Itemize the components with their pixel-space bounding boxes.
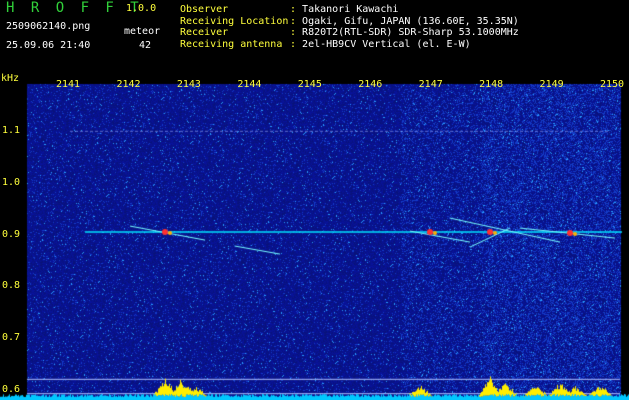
spectrogram bbox=[0, 58, 629, 400]
y-tick-label: 1.1 bbox=[2, 125, 21, 137]
x-tick-label: 2150 bbox=[600, 79, 625, 90]
capture-type: meteor bbox=[124, 26, 161, 37]
y-axis-unit: kHz bbox=[1, 73, 20, 84]
y-tick-label: 1.0 bbox=[2, 177, 21, 188]
x-tick-label: 2145 bbox=[297, 79, 322, 90]
y-tick-label: 0.8 bbox=[2, 280, 21, 292]
file-name: 2509062140.png bbox=[6, 21, 91, 32]
x-tick-label: 2148 bbox=[479, 79, 504, 90]
x-tick-label: 2143 bbox=[176, 79, 201, 90]
info-value: Takanori Kawachi bbox=[302, 4, 399, 15]
x-tick-label: 2146 bbox=[358, 79, 383, 90]
info-key: Receiving antenna bbox=[180, 38, 283, 50]
app-title: H R O F F T bbox=[6, 0, 143, 16]
capture-datetime: 25.09.06 21:40 bbox=[6, 40, 91, 51]
info-value: Ogaki, Gifu, JAPAN (136.60E, 35.35N) bbox=[302, 15, 519, 27]
header-panel: H R O F F T 1.0.0 2509062140.png meteor … bbox=[0, 0, 629, 58]
x-tick-label: 2147 bbox=[418, 79, 443, 90]
station-info: Observer: Takanori Kawachi Receiving Loc… bbox=[180, 4, 519, 50]
info-value: R820T2(RTL-SDR) SDR-Sharp 53.1000MHz bbox=[302, 27, 519, 38]
meteor-count: 42 bbox=[139, 40, 152, 51]
info-key: Receiver bbox=[180, 27, 229, 38]
info-row: Receiver: R820T2(RTL-SDR) SDR-Sharp 53.1… bbox=[180, 27, 519, 38]
info-key: Observer bbox=[180, 4, 229, 15]
info-row: Receiving antenna: 2el-HB9CV Vertical (e… bbox=[180, 38, 471, 50]
y-tick-label: 0.6 bbox=[2, 383, 21, 395]
x-tick-label: 2149 bbox=[539, 79, 564, 90]
x-tick-label: 2142 bbox=[116, 79, 141, 90]
info-value: 2el-HB9CV Vertical (el. E-W) bbox=[302, 38, 471, 50]
info-key: Receiving Location bbox=[180, 15, 289, 27]
info-row: Observer: Takanori Kawachi bbox=[180, 4, 399, 15]
info-row: Receiving Location: Ogaki, Gifu, JAPAN (… bbox=[180, 15, 519, 27]
x-tick-label: 2141 bbox=[56, 79, 81, 90]
app-version: 1.0.0 bbox=[126, 3, 157, 14]
x-tick-label: 2144 bbox=[237, 79, 262, 90]
y-tick-label: 0.9 bbox=[2, 228, 21, 240]
y-tick-label: 0.7 bbox=[2, 332, 21, 343]
